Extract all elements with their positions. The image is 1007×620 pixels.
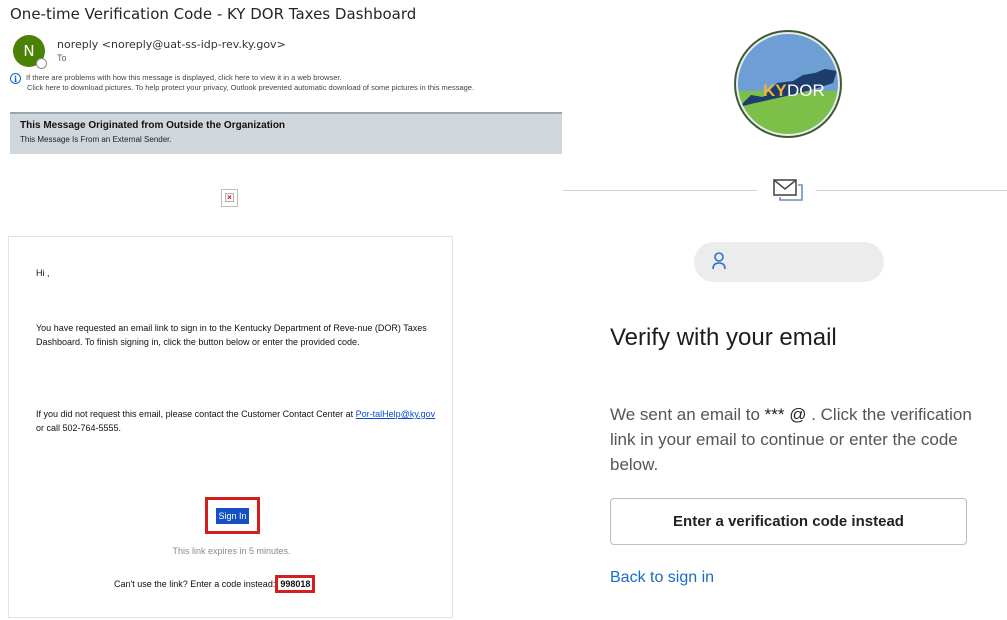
- email-subject: One-time Verification Code - KY DOR Taxe…: [10, 5, 417, 23]
- logo-dor-text: DOR: [787, 81, 825, 100]
- contact-phone-text: or call 502-764-5555.: [36, 423, 122, 433]
- info-line-download-pictures[interactable]: Click here to download pictures. To help…: [27, 83, 474, 93]
- code-prompt: Can't use the link? Enter a code instead…: [114, 579, 276, 589]
- greeting: Hi ,: [36, 268, 50, 278]
- logo-ky-text: KY: [763, 81, 787, 100]
- info-bar[interactable]: If there are problems with how this mess…: [26, 73, 474, 93]
- page-title: Verify with your email: [610, 324, 837, 351]
- username-pill: [694, 242, 884, 282]
- external-sender-banner: This Message Originated from Outside the…: [10, 112, 562, 154]
- banner-subtitle: This Message Is From an External Sender.: [20, 135, 172, 144]
- broken-image-icon: ×: [221, 189, 238, 207]
- user-icon: [712, 252, 726, 270]
- verification-code: 998018: [275, 575, 316, 593]
- enter-code-button[interactable]: Enter a verification code instead: [610, 498, 967, 545]
- signin-highlight: Sign In: [205, 497, 260, 534]
- envelope-icon: [773, 179, 803, 201]
- to-label: To: [57, 53, 67, 63]
- kydor-logo: KY DOR: [734, 30, 842, 138]
- info-icon: i: [10, 73, 21, 84]
- link-expiry-note: This link expires in 5 minutes.: [172, 546, 291, 556]
- divider-line-left: [563, 190, 757, 191]
- banner-title: This Message Originated from Outside the…: [20, 120, 286, 131]
- sign-in-button[interactable]: Sign In: [216, 507, 249, 524]
- email-body-card: Hi , You have requested an email link to…: [8, 236, 453, 618]
- info-line-view-browser[interactable]: If there are problems with how this mess…: [26, 73, 474, 83]
- verify-description: We sent an email to *** @ . Click the ve…: [610, 402, 980, 477]
- body-paragraph-request: You have requested an email link to sign…: [36, 323, 427, 347]
- masked-email: *** @: [764, 405, 807, 424]
- sender-address[interactable]: noreply <noreply@uat-ss-idp-rev.ky.gov>: [57, 38, 286, 51]
- body-paragraph-contact: If you did not request this email, pleas…: [36, 407, 436, 435]
- portal-help-email-link[interactable]: Por-talHelp@ky.gov: [356, 409, 436, 419]
- verify-pane: KY DOR Verify with your email We sent an…: [563, 0, 1007, 620]
- divider-line-right: [816, 190, 1007, 191]
- presence-icon: [36, 58, 47, 69]
- contact-text: If you did not request this email, pleas…: [36, 409, 356, 419]
- email-pane: One-time Verification Code - KY DOR Taxe…: [0, 0, 562, 620]
- code-prompt-line: Can't use the link? Enter a code instead…: [114, 575, 316, 593]
- back-to-sign-in-link[interactable]: Back to sign in: [610, 569, 714, 587]
- desc-intro: We sent an email to: [610, 405, 765, 424]
